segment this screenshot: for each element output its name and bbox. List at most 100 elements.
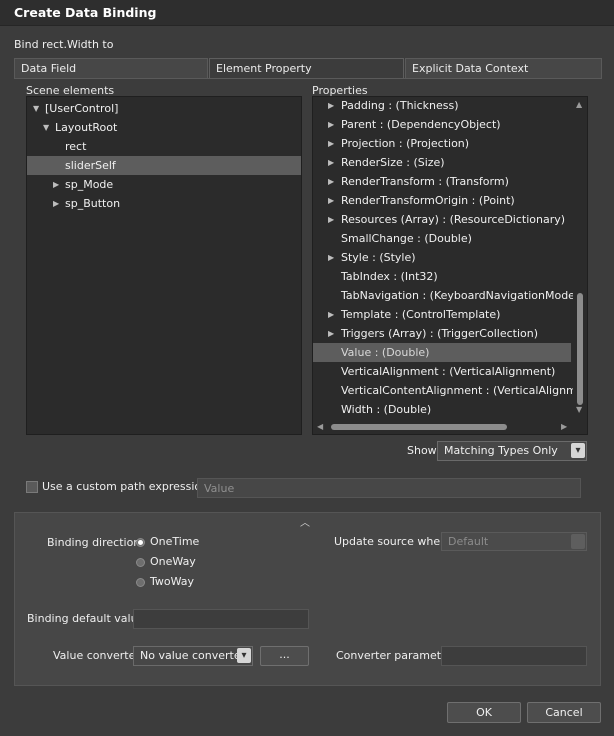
- radio-oneway-label: OneWay: [150, 555, 196, 568]
- property-tabindex[interactable]: TabIndex : (Int32): [313, 267, 587, 286]
- more-converters-button[interactable]: ...: [260, 646, 309, 666]
- expand-right-icon[interactable]: ▶: [328, 172, 334, 191]
- property-label: Resources (Array) : (ResourceDictionary): [341, 213, 566, 226]
- update-source-label: Update source when: [334, 535, 448, 548]
- custom-path-input[interactable]: Value: [197, 478, 581, 498]
- update-source-select[interactable]: Default: [441, 532, 587, 551]
- converter-parameter-label: Converter parameter: [336, 649, 453, 662]
- scroll-right-icon[interactable]: ▶: [561, 422, 567, 431]
- window-title: Create Data Binding: [14, 5, 157, 20]
- binding-default-input[interactable]: [133, 609, 309, 629]
- properties-list[interactable]: ▶ Padding : (Thickness) ▶ Parent : (Depend…: [312, 96, 588, 435]
- tree-item-label: sp_Button: [65, 197, 121, 210]
- expand-right-icon[interactable]: ▶: [328, 134, 334, 153]
- property-label: RenderTransform : (Transform): [341, 175, 509, 188]
- custom-path-checkbox[interactable]: [26, 481, 38, 493]
- property-label: Projection : (Projection): [341, 137, 470, 150]
- update-source-value: Default: [448, 535, 489, 548]
- expand-down-icon[interactable]: ▼: [33, 99, 39, 118]
- property-rendertransform[interactable]: ▶ RenderTransform : (Transform): [313, 172, 587, 191]
- tree-item-label: LayoutRoot: [55, 121, 118, 134]
- expand-right-icon[interactable]: ▶: [328, 305, 334, 324]
- show-filter-select[interactable]: Matching Types Only ▾: [437, 441, 587, 461]
- property-label: Padding : (Thickness): [341, 99, 459, 112]
- radio-onetime[interactable]: [136, 538, 145, 547]
- tree-item-layoutroot[interactable]: ▼ LayoutRoot: [27, 118, 301, 137]
- custom-path-label: Use a custom path expression: [42, 480, 209, 493]
- expand-right-icon[interactable]: ▶: [328, 97, 334, 115]
- scroll-down-icon[interactable]: ▼: [576, 405, 582, 414]
- radio-oneway[interactable]: [136, 558, 145, 567]
- dropdown-button[interactable]: [571, 534, 585, 549]
- property-label: TabIndex : (Int32): [341, 270, 438, 283]
- property-verticalalignment[interactable]: VerticalAlignment : (VerticalAlignment): [313, 362, 587, 381]
- expand-right-icon[interactable]: ▶: [53, 194, 59, 213]
- property-triggers[interactable]: ▶ Triggers (Array) : (TriggerCollection): [313, 324, 587, 343]
- converter-parameter-input[interactable]: [441, 646, 587, 666]
- ok-button[interactable]: OK: [447, 702, 521, 723]
- property-label: RenderSize : (Size): [341, 156, 445, 169]
- collapse-chevron-icon[interactable]: ︿: [300, 514, 310, 529]
- scrollbar-thumb[interactable]: [577, 293, 583, 405]
- property-rendertransformorigin[interactable]: ▶ RenderTransformOrigin : (Point): [313, 191, 587, 210]
- tab-element-property[interactable]: Element Property: [209, 58, 404, 79]
- property-rendersize[interactable]: ▶ RenderSize : (Size): [313, 153, 587, 172]
- scroll-left-icon[interactable]: ◀: [317, 422, 323, 431]
- tree-item-label: sp_Mode: [65, 178, 114, 191]
- scrollbar-thumb[interactable]: [331, 424, 507, 430]
- expand-right-icon[interactable]: ▶: [328, 210, 334, 229]
- property-projection[interactable]: ▶ Projection : (Projection): [313, 134, 587, 153]
- radio-onetime-label: OneTime: [150, 535, 200, 548]
- expand-right-icon[interactable]: ▶: [328, 115, 334, 134]
- title-bar: Create Data Binding: [0, 0, 614, 26]
- tree-item-sp-mode[interactable]: ▶ sp_Mode: [27, 175, 301, 194]
- tree-item-usercontrol[interactable]: ▼ [UserControl]: [27, 99, 301, 118]
- property-verticalcontentalignment[interactable]: VerticalContentAlignment : (VerticalAlig…: [313, 381, 587, 400]
- tab-explicit-data-context[interactable]: Explicit Data Context: [405, 58, 602, 79]
- expand-right-icon[interactable]: ▶: [328, 153, 334, 172]
- tree-item-label: rect: [65, 140, 87, 153]
- property-tabnavigation[interactable]: TabNavigation : (KeyboardNavigationMode): [313, 286, 587, 305]
- radio-twoway[interactable]: [136, 578, 145, 587]
- show-filter-value: Matching Types Only: [444, 444, 558, 457]
- property-label: TabNavigation : (KeyboardNavigationMode): [341, 289, 580, 302]
- chevron-down-icon[interactable]: ▾: [237, 648, 251, 663]
- properties-horizontal-scrollbar[interactable]: ◀ ▶: [313, 420, 587, 434]
- tree-item-sp-button[interactable]: ▶ sp_Button: [27, 194, 301, 213]
- tree-item-label: sliderSelf: [65, 159, 116, 172]
- property-template[interactable]: ▶ Template : (ControlTemplate): [313, 305, 587, 324]
- tree-item-label: [UserControl]: [45, 102, 119, 115]
- property-label: RenderTransformOrigin : (Point): [341, 194, 515, 207]
- expand-right-icon[interactable]: ▶: [328, 191, 334, 210]
- cancel-button[interactable]: Cancel: [527, 702, 601, 723]
- scroll-up-icon[interactable]: ▲: [576, 100, 582, 109]
- property-value[interactable]: Value : (Double): [313, 343, 571, 362]
- tree-item-rect[interactable]: rect: [27, 137, 301, 156]
- show-label: Show: [407, 444, 437, 457]
- value-converter-select[interactable]: No value converter ▾: [133, 646, 253, 666]
- property-parent[interactable]: ▶ Parent : (DependencyObject): [313, 115, 587, 134]
- expand-down-icon[interactable]: ▼: [43, 118, 49, 137]
- property-label: Triggers (Array) : (TriggerCollection): [341, 327, 539, 340]
- property-label: Template : (ControlTemplate): [341, 308, 501, 321]
- radio-twoway-label: TwoWay: [150, 575, 195, 588]
- property-label: Parent : (DependencyObject): [341, 118, 501, 131]
- properties-vertical-scrollbar[interactable]: ▲ ▼: [573, 97, 587, 422]
- expand-right-icon[interactable]: ▶: [328, 324, 334, 343]
- tree-item-sliderself[interactable]: sliderSelf: [27, 156, 301, 175]
- expand-right-icon[interactable]: ▶: [328, 248, 334, 267]
- value-converter-value: No value converter: [140, 649, 246, 662]
- property-label: Style : (Style): [341, 251, 416, 264]
- tab-data-field[interactable]: Data Field: [14, 58, 208, 79]
- bind-target-label: Bind rect.Width to: [14, 38, 114, 51]
- tab-divider: [14, 78, 602, 79]
- expand-right-icon[interactable]: ▶: [53, 175, 59, 194]
- property-resources[interactable]: ▶ Resources (Array) : (ResourceDictionary…: [313, 210, 587, 229]
- scene-elements-tree[interactable]: ▼ [UserControl] ▼ LayoutRoot rect slider…: [26, 96, 302, 435]
- property-label: Value : (Double): [341, 346, 430, 359]
- property-width[interactable]: Width : (Double): [313, 400, 587, 419]
- property-padding[interactable]: ▶ Padding : (Thickness): [313, 97, 587, 115]
- property-style[interactable]: ▶ Style : (Style): [313, 248, 587, 267]
- chevron-down-icon[interactable]: ▾: [571, 443, 585, 458]
- property-smallchange[interactable]: SmallChange : (Double): [313, 229, 587, 248]
